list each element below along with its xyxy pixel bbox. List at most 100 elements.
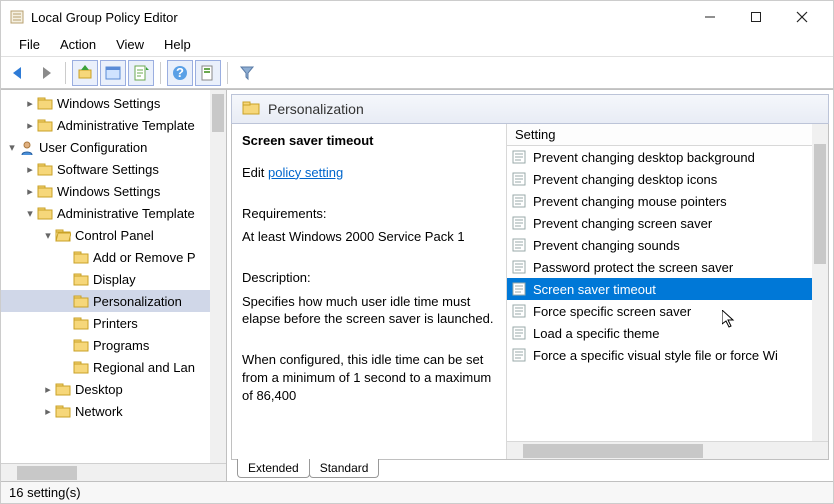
list-item-label: Prevent changing mouse pointers — [533, 194, 727, 209]
tabs-row: Extended Standard — [231, 459, 829, 481]
list-item-label: Prevent changing desktop background — [533, 150, 755, 165]
tab-standard[interactable]: Standard — [309, 459, 380, 478]
requirements-text: At least Windows 2000 Service Pack 1 — [242, 228, 496, 246]
detail-body: Screen saver timeout Edit policy setting… — [231, 124, 829, 459]
tree-item-label: Control Panel — [75, 228, 154, 243]
menu-view[interactable]: View — [106, 35, 154, 54]
list-item[interactable]: Prevent changing desktop icons — [507, 168, 828, 190]
properties-button[interactable] — [128, 60, 154, 86]
window-title: Local Group Policy Editor — [31, 10, 687, 25]
folder-icon — [37, 96, 53, 110]
forward-button[interactable] — [33, 60, 59, 86]
list-item[interactable]: Screen saver timeout — [507, 278, 828, 300]
folder-icon — [37, 162, 53, 176]
minimize-button[interactable] — [687, 2, 733, 32]
tree-item[interactable]: ▾User Configuration — [1, 136, 226, 158]
tree-item[interactable]: ▸Desktop — [1, 378, 226, 400]
filter-button[interactable] — [234, 60, 260, 86]
tree-item[interactable]: ▸Windows Settings — [1, 180, 226, 202]
category-title: Personalization — [268, 101, 364, 117]
tree-item[interactable]: ▸Software Settings — [1, 158, 226, 180]
folder-open-icon — [55, 228, 71, 242]
list-item[interactable]: Prevent changing sounds — [507, 234, 828, 256]
toolbar-separator — [160, 62, 161, 84]
menu-action[interactable]: Action — [50, 35, 106, 54]
folder-icon — [37, 184, 53, 198]
chevron-right-icon[interactable]: ▸ — [41, 383, 55, 396]
tree-item[interactable]: ▸Programs — [1, 334, 226, 356]
refresh-button[interactable] — [195, 60, 221, 86]
description-text-2: When configured, this idle time can be s… — [242, 351, 496, 404]
policy-item-icon — [511, 303, 527, 319]
policy-item-icon — [511, 171, 527, 187]
tree-item-label: Personalization — [93, 294, 182, 309]
window-controls — [687, 2, 825, 32]
list-item[interactable]: Prevent changing screen saver — [507, 212, 828, 234]
back-button[interactable] — [5, 60, 31, 86]
policy-item-icon — [511, 215, 527, 231]
list-item[interactable]: Load a specific theme — [507, 322, 828, 344]
up-button[interactable] — [72, 60, 98, 86]
list-item-label: Force a specific visual style file or fo… — [533, 348, 778, 363]
policy-item-icon — [511, 281, 527, 297]
settings-list-header[interactable]: Setting — [507, 124, 828, 146]
maximize-button[interactable] — [733, 2, 779, 32]
menu-file[interactable]: File — [9, 35, 50, 54]
list-item-label: Prevent changing sounds — [533, 238, 680, 253]
folder-icon — [55, 382, 71, 396]
menu-help[interactable]: Help — [154, 35, 201, 54]
tree-item[interactable]: ▸Add or Remove P — [1, 246, 226, 268]
list-item-label: Force specific screen saver — [533, 304, 691, 319]
tree-item[interactable]: ▸ Windows Settings — [1, 92, 226, 114]
tab-extended[interactable]: Extended — [237, 459, 310, 478]
list-item[interactable]: Password protect the screen saver — [507, 256, 828, 278]
list-item[interactable]: Prevent changing desktop background — [507, 146, 828, 168]
list-vertical-scrollbar[interactable] — [812, 124, 828, 441]
list-horizontal-scrollbar[interactable] — [507, 441, 828, 459]
tree-vertical-scrollbar[interactable] — [210, 90, 226, 463]
help-button[interactable]: ? — [167, 60, 193, 86]
policy-item-icon — [511, 193, 527, 209]
tree-item[interactable]: ▾ Control Panel — [1, 224, 226, 246]
menu-bar: File Action View Help — [1, 33, 833, 57]
toolbar-separator — [65, 62, 66, 84]
category-header: Personalization — [231, 94, 829, 124]
chevron-down-icon[interactable]: ▾ — [5, 141, 19, 154]
tree-item[interactable]: ▸Network — [1, 400, 226, 422]
chevron-right-icon[interactable]: ▸ — [23, 185, 37, 198]
tree-item[interactable]: ▾ Administrative Template — [1, 202, 226, 224]
chevron-down-icon[interactable]: ▾ — [23, 207, 37, 220]
setting-heading: Screen saver timeout — [242, 132, 496, 150]
chevron-right-icon[interactable]: ▸ — [23, 163, 37, 176]
tree-item[interactable]: ▸Printers — [1, 312, 226, 334]
folder-icon — [73, 294, 89, 308]
list-item[interactable]: Force a specific visual style file or fo… — [507, 344, 828, 366]
chevron-down-icon[interactable]: ▾ — [41, 229, 55, 242]
policy-item-icon — [511, 347, 527, 363]
tree-horizontal-scrollbar[interactable] — [1, 463, 226, 481]
tree-item[interactable]: ▸Regional and Lan — [1, 356, 226, 378]
tree-item[interactable]: ▸Personalization — [1, 290, 226, 312]
chevron-right-icon[interactable]: ▸ — [23, 119, 37, 132]
policy-item-icon — [511, 237, 527, 253]
chevron-right-icon[interactable]: ▸ — [23, 97, 37, 110]
tree-item-label: Windows Settings — [57, 96, 160, 111]
tree-item[interactable]: ▸Administrative Template — [1, 114, 226, 136]
tree-item[interactable]: ▸Display — [1, 268, 226, 290]
close-button[interactable] — [779, 2, 825, 32]
tree-item-label: Administrative Template — [57, 206, 195, 221]
description-label: Description: — [242, 269, 496, 287]
settings-list[interactable]: Prevent changing desktop background Preve… — [507, 146, 828, 441]
folder-icon — [37, 206, 53, 220]
list-item[interactable]: Force specific screen saver — [507, 300, 828, 322]
policy-item-icon — [511, 149, 527, 165]
list-item[interactable]: Prevent changing mouse pointers — [507, 190, 828, 212]
tree[interactable]: ▸Windows Settings▸Administrative Templat… — [1, 90, 226, 463]
chevron-right-icon[interactable]: ▸ — [41, 405, 55, 418]
policy-item-icon — [511, 259, 527, 275]
folder-icon — [242, 100, 260, 119]
policy-setting-link[interactable]: policy setting — [268, 165, 343, 180]
show-hide-tree-button[interactable] — [100, 60, 126, 86]
status-bar: 16 setting(s) — [1, 481, 833, 503]
folder-icon — [73, 338, 89, 352]
